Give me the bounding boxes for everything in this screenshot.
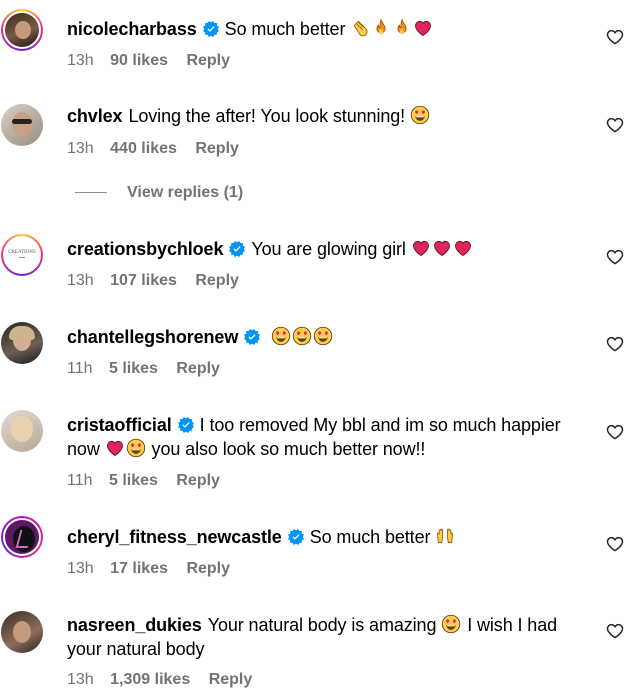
comment-meta: 13h 107 likes Reply — [67, 272, 253, 290]
comment-body: You are glowing girl — [251, 239, 406, 259]
username[interactable]: cheryl_fitness_newcastle — [67, 527, 282, 547]
like-heart-icon[interactable] — [606, 116, 624, 134]
avatar-logo-text: CREATIONS — [8, 250, 36, 255]
comment-meta: 13h 440 likes Reply — [67, 140, 253, 158]
comment-body: Your natural body is amazing — [207, 615, 437, 635]
heart-emoji-icon — [432, 238, 452, 258]
like-heart-icon[interactable] — [606, 423, 624, 441]
reply-button[interactable]: Reply — [195, 272, 239, 289]
heart-emoji-icon — [105, 438, 125, 458]
divider-line — [75, 192, 107, 194]
view-replies-label: View replies (1) — [127, 184, 244, 201]
likes-count[interactable]: 1,309 likes — [110, 671, 190, 688]
comment-text: cheryl_fitness_newcastle So much better — [67, 525, 587, 549]
comment-text: nasreen_dukies Your natural body is amazi… — [67, 613, 587, 661]
comment-body: So much better — [224, 19, 346, 39]
clap-emoji-icon — [350, 18, 370, 38]
comment-text: chvlex Loving the after! You look stunnin… — [67, 104, 587, 128]
heart-emoji-icon — [411, 238, 431, 258]
avatar[interactable]: CREATIONS — [1, 234, 43, 276]
heart-eyes-emoji-icon — [292, 326, 312, 346]
comment-body: Loving the after! You look stunning! — [128, 106, 406, 126]
avatar[interactable] — [1, 104, 43, 146]
like-heart-icon[interactable] — [606, 335, 624, 353]
username[interactable]: chantellegshorenew — [67, 327, 238, 347]
like-heart-icon[interactable] — [606, 622, 624, 640]
username[interactable]: nicolecharbass — [67, 19, 197, 39]
heart-eyes-emoji-icon — [126, 438, 146, 458]
avatar[interactable] — [1, 516, 43, 558]
like-heart-icon[interactable] — [606, 535, 624, 553]
timestamp: 13h — [67, 52, 94, 69]
timestamp: 13h — [67, 671, 94, 688]
reply-button[interactable]: Reply — [186, 560, 230, 577]
likes-count[interactable]: 17 likes — [110, 560, 168, 577]
like-heart-icon[interactable] — [606, 28, 624, 46]
timestamp: 13h — [67, 560, 94, 577]
verified-icon — [203, 21, 219, 37]
reply-button[interactable]: Reply — [176, 360, 220, 377]
likes-count[interactable]: 440 likes — [110, 140, 177, 157]
verified-icon — [229, 241, 245, 257]
likes-count[interactable]: 5 likes — [109, 472, 158, 489]
avatar[interactable] — [1, 611, 43, 653]
fire-emoji-icon — [392, 18, 412, 38]
avatar[interactable] — [1, 322, 43, 364]
heart-eyes-emoji-icon — [410, 105, 430, 125]
timestamp: 13h — [67, 272, 94, 289]
username[interactable]: cristaofficial — [67, 415, 172, 435]
likes-count[interactable]: 90 likes — [110, 52, 168, 69]
raised-hands-emoji-icon — [435, 526, 455, 546]
heart-emoji-icon — [413, 18, 433, 38]
timestamp: 11h — [67, 360, 93, 377]
heart-eyes-emoji-icon — [313, 326, 333, 346]
fire-emoji-icon — [371, 18, 391, 38]
likes-count[interactable]: 5 likes — [109, 360, 158, 377]
comment-text: creationsbychloek You are glowing girl — [67, 237, 587, 261]
comment-text: cristaofficial I too removed My bbl and i… — [67, 413, 587, 461]
avatar[interactable] — [1, 410, 43, 452]
verified-icon — [244, 329, 260, 345]
comment-meta: 11h 5 likes Reply — [67, 360, 234, 378]
timestamp: 13h — [67, 140, 94, 157]
heart-eyes-emoji-icon — [271, 326, 291, 346]
verified-icon — [288, 529, 304, 545]
username[interactable]: nasreen_dukies — [67, 615, 202, 635]
comment-meta: 13h 17 likes Reply — [67, 560, 244, 578]
reply-button[interactable]: Reply — [186, 52, 230, 69]
comment-body-continued: you also look so much better now!! — [151, 439, 426, 459]
comment-meta: 11h 5 likes Reply — [67, 472, 234, 490]
comment-body: So much better — [309, 527, 431, 547]
reply-button[interactable]: Reply — [209, 671, 253, 688]
view-replies-button[interactable]: View replies (1) — [75, 184, 243, 202]
timestamp: 11h — [67, 472, 93, 489]
reply-button[interactable]: Reply — [195, 140, 239, 157]
avatar[interactable] — [1, 9, 43, 51]
verified-icon — [178, 417, 194, 433]
comment-meta: 13h 90 likes Reply — [67, 52, 244, 70]
comment-text: nicolecharbass So much better — [67, 17, 587, 41]
comment-meta: 13h 1,309 likes Reply — [67, 671, 266, 689]
username[interactable]: creationsbychloek — [67, 239, 223, 259]
reply-button[interactable]: Reply — [176, 472, 220, 489]
username[interactable]: chvlex — [67, 106, 123, 126]
likes-count[interactable]: 107 likes — [110, 272, 177, 289]
heart-emoji-icon — [453, 238, 473, 258]
like-heart-icon[interactable] — [606, 248, 624, 266]
heart-eyes-emoji-icon — [441, 614, 461, 634]
comment-text: chantellegshorenew — [67, 325, 587, 349]
